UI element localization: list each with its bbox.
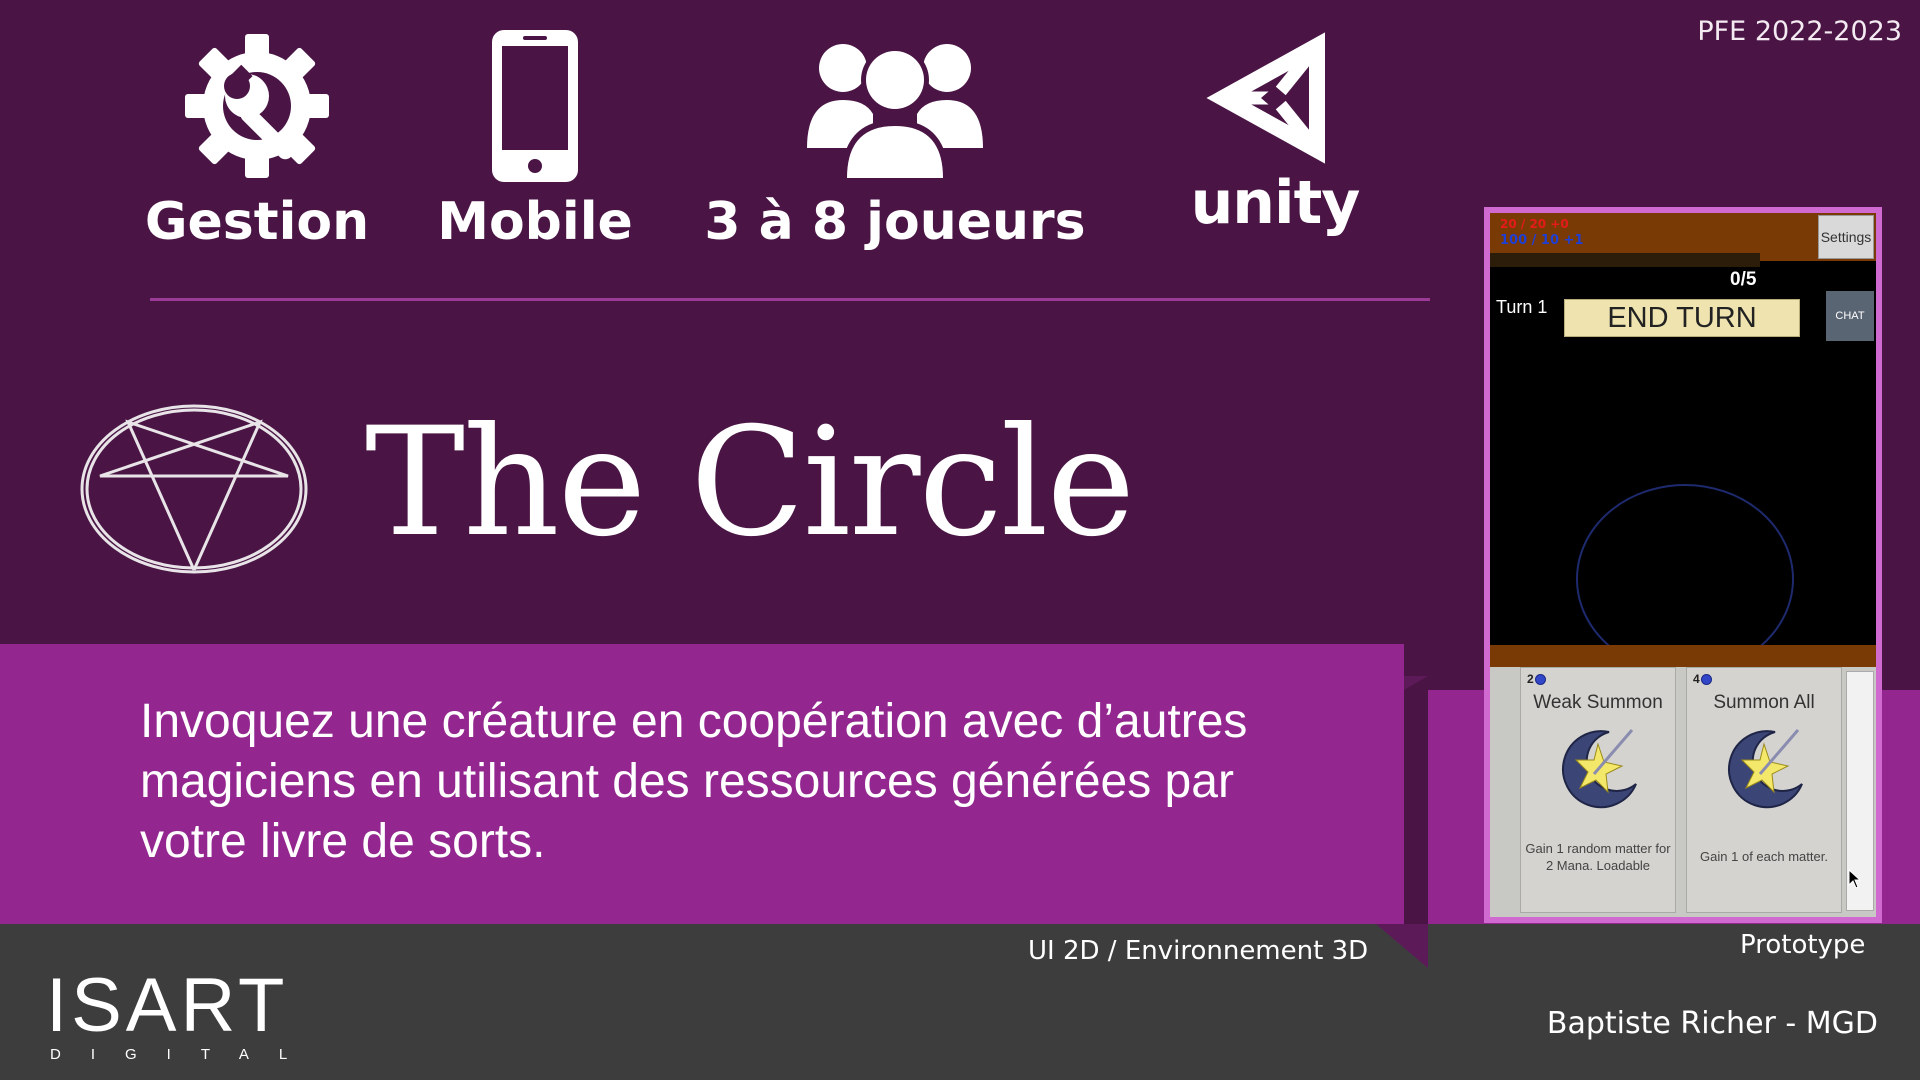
card-cost: 2 — [1527, 672, 1546, 686]
isart-digital-logo: ISART DIGITAL — [46, 963, 318, 1064]
card-cost: 4 — [1693, 672, 1712, 686]
prototype-caption: Prototype — [1740, 930, 1866, 960]
game-title: The Circle — [365, 396, 1135, 570]
card-description: Gain 1 of each matter. — [1700, 849, 1828, 864]
progress-strip — [1490, 253, 1760, 267]
spell-card-summon-all[interactable]: 4 Summon All Gain 1 of each matter. — [1686, 667, 1842, 913]
band-fold — [1404, 676, 1428, 690]
end-turn-button[interactable]: END TURN — [1564, 299, 1800, 337]
chat-button[interactable]: CHAT — [1826, 291, 1874, 341]
feature-label-players: 3 à 8 joueurs — [704, 192, 1086, 252]
unity-logo-icon — [1206, 32, 1325, 164]
gear-wrench-icon — [185, 34, 329, 178]
card-title: Summon All — [1713, 692, 1815, 713]
feature-players: 3 à 8 joueurs — [704, 28, 1086, 252]
feature-label-mobile: Mobile — [437, 192, 633, 252]
feature-label-unity: unity — [1190, 168, 1361, 238]
pentagram-icon — [80, 404, 308, 574]
summon-spell-icon — [1562, 729, 1637, 809]
project-tag: PFE 2022-2023 — [1697, 16, 1902, 47]
mana-icon — [1534, 673, 1546, 685]
turn-label: Turn 1 — [1496, 297, 1548, 317]
mana-resource: 100 / 10 +1 — [1500, 233, 1584, 248]
feature-gestion: Gestion — [145, 28, 369, 252]
prototype-screenshot: 20 / 20 +0 100 / 10 +1 Settings 0/5 Turn… — [1484, 207, 1882, 923]
hand-divider — [1490, 645, 1876, 667]
smartphone-icon — [492, 30, 578, 182]
feature-label-gestion: Gestion — [144, 192, 370, 252]
mouse-cursor-icon — [1848, 869, 1862, 889]
feature-unity: unity — [1180, 28, 1370, 238]
mana-icon — [1700, 673, 1712, 685]
ui-caption: UI 2D / Environnement 3D — [1028, 936, 1369, 966]
summon-spell-icon — [1728, 729, 1803, 809]
logo-main-text: ISART — [46, 963, 289, 1048]
card-cost-value: 2 — [1527, 672, 1534, 686]
health-resource: 20 / 20 +0 — [1500, 217, 1569, 231]
card-title: Weak Summon — [1533, 692, 1663, 713]
game-description: Invoquez une créature en coopération ave… — [140, 695, 1248, 868]
summon-counter: 0/5 — [1730, 269, 1757, 290]
summoning-circle — [1576, 484, 1794, 649]
feature-mobile: Mobile — [437, 28, 633, 252]
settings-button[interactable]: Settings — [1818, 215, 1874, 259]
logo-sub-text: DIGITAL — [50, 1046, 318, 1063]
card-description: Gain 1 random matter for 2 Mana. Loadabl… — [1525, 841, 1671, 873]
card-cost-value: 4 — [1693, 672, 1700, 686]
users-group-icon — [807, 44, 983, 182]
section-divider — [150, 298, 1430, 301]
spell-card-weak-summon[interactable]: 2 Weak Summon Gain 1 random matter for 2… — [1520, 667, 1676, 913]
author-credit: Baptiste Richer - MGD — [1546, 1006, 1878, 1041]
